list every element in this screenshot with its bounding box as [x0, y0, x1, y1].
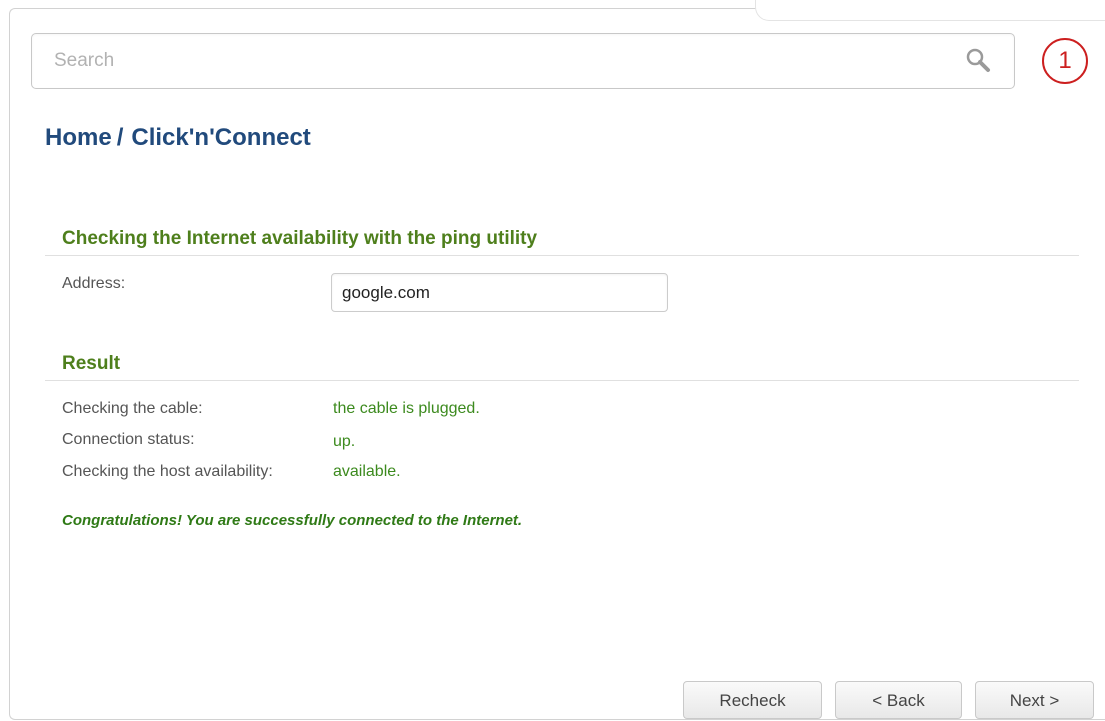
address-label: Address:	[62, 275, 126, 292]
back-button[interactable]: < Back	[835, 681, 962, 719]
breadcrumb-separator: /	[116, 124, 124, 151]
breadcrumb-home[interactable]: Home	[45, 124, 112, 151]
ping-section-divider	[45, 255, 1079, 256]
content-frame	[9, 8, 1105, 720]
result-section-divider	[45, 380, 1079, 381]
result-section-title: Result	[62, 353, 121, 374]
success-message: Congratulations! You are successfully co…	[62, 512, 523, 529]
cable-check-label: Checking the cable:	[62, 400, 203, 417]
next-button[interactable]: Next >	[975, 681, 1094, 719]
notification-badge[interactable]: 1	[1040, 36, 1090, 86]
page: 1 Home/ Click'n'Connect Checking the Inte…	[0, 0, 1105, 721]
search-icon[interactable]	[964, 46, 994, 76]
host-availability-label: Checking the host availability:	[62, 463, 273, 480]
breadcrumb-current: Click'n'Connect	[131, 124, 311, 151]
connection-status-label: Connection status:	[62, 431, 195, 448]
breadcrumb: Home / Click'n'Connect	[45, 124, 311, 152]
host-availability-value: available.	[333, 463, 401, 480]
search-box	[31, 33, 1015, 89]
recheck-button[interactable]: Recheck	[683, 681, 822, 719]
address-input[interactable]	[331, 273, 668, 312]
notification-count: 1	[1058, 47, 1072, 74]
cable-check-value: the cable is plugged.	[333, 400, 480, 417]
ping-section-title: Checking the Internet availability with …	[62, 228, 538, 249]
search-input[interactable]	[32, 34, 952, 88]
connection-status-value: up.	[333, 433, 356, 450]
top-tab-notch	[755, 0, 1105, 21]
